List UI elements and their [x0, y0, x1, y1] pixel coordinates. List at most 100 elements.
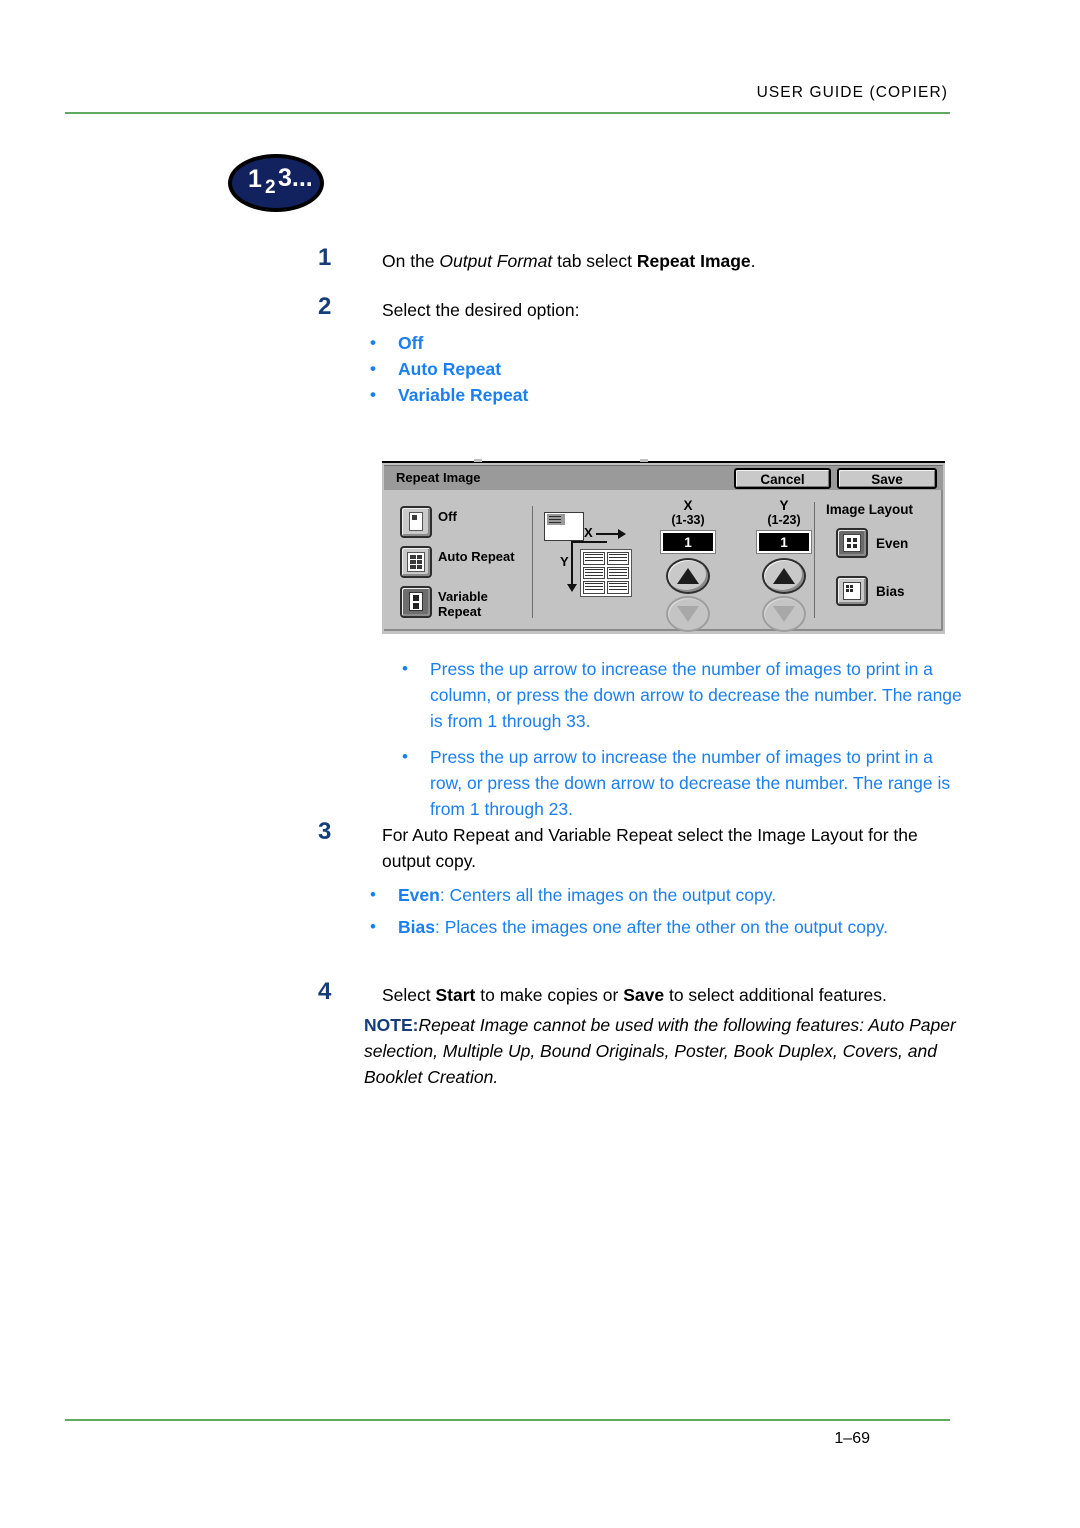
option-variable-repeat[interactable]: Variable Repeat — [400, 586, 520, 619]
arrow-up-icon — [773, 568, 795, 584]
preview-y-label: Y — [560, 554, 569, 569]
variable-repeat-label: Variable Repeat — [438, 589, 488, 619]
list-item: • Off — [350, 330, 960, 356]
option-label-variable-repeat: Variable Repeat — [398, 385, 529, 405]
variable-repeat-button[interactable] — [400, 586, 432, 618]
x-value-field[interactable]: 1 — [661, 531, 715, 553]
list-item: • Press the up arrow to increase the num… — [382, 656, 962, 734]
step-1-text-after: . — [750, 251, 756, 271]
auto-repeat-label: Auto Repeat — [438, 549, 515, 564]
arrow-down-icon — [773, 606, 795, 622]
arrow-bullet-text-row: Press the up arrow to increase the numbe… — [430, 747, 951, 819]
arrow-down-icon — [677, 606, 699, 622]
save-button[interactable]: Save — [837, 468, 937, 489]
arrow-bullet-text-column: Press the up arrow to increase the numbe… — [430, 659, 962, 731]
step-4-number: 4 — [318, 978, 332, 1005]
step-4: 4 Select Start to make copies or Save to… — [318, 978, 978, 1008]
step-4-bold-save: Save — [623, 985, 665, 1005]
auto-repeat-icon — [407, 552, 425, 572]
dialog-title: Repeat Image — [396, 470, 481, 485]
tab-nick — [640, 459, 648, 462]
tab-nick — [474, 459, 482, 462]
auto-repeat-button[interactable] — [400, 546, 432, 578]
even-icon — [843, 534, 861, 552]
y-spinner: Y (1-23) 1 — [748, 498, 820, 632]
tab-strip-edge — [382, 455, 945, 463]
bias-term: Bias — [398, 917, 435, 937]
y-spinner-label: Y — [779, 498, 789, 513]
even-button[interactable] — [836, 528, 868, 558]
step-4-text-after: to select additional features. — [664, 985, 887, 1005]
step-2-text: Select the desired option: — [382, 300, 580, 320]
note-label: NOTE: — [364, 1015, 419, 1035]
option-label-auto-repeat: Auto Repeat — [398, 359, 502, 379]
preview-x-label: X — [584, 525, 593, 540]
page-number: 1–69 — [834, 1430, 870, 1447]
list-item: • Auto Repeat — [350, 356, 960, 382]
arrow-bullet-list: • Press the up arrow to increase the num… — [382, 656, 962, 822]
y-axis-arrow — [567, 541, 577, 592]
step-1-text-middle: tab select — [552, 251, 637, 271]
y-down-arrow-button[interactable] — [762, 596, 806, 632]
note-block: NOTE:Repeat Image cannot be used with th… — [364, 1012, 964, 1090]
variable-repeat-icon — [409, 592, 423, 611]
cancel-button[interactable]: Cancel — [734, 468, 831, 489]
badge-digit-3: 3... — [278, 164, 313, 192]
option-off[interactable]: Off — [400, 506, 520, 538]
bias-button[interactable] — [836, 576, 868, 606]
x-axis-line — [571, 541, 607, 543]
procedure-badge: 1 2 3... — [228, 154, 324, 212]
step-3-number: 3 — [318, 818, 332, 845]
off-button[interactable] — [400, 506, 432, 538]
even-label: Even — [876, 536, 909, 551]
even-term: Even — [398, 885, 440, 905]
bullet-icon: • — [370, 917, 376, 936]
image-layout-divider — [814, 502, 815, 618]
step-2-number: 2 — [318, 293, 332, 320]
list-item: • Even: Centers all the images on the ou… — [350, 882, 950, 908]
header-title: USER GUIDE (COPIER) — [756, 84, 948, 101]
step-1-italic: Output Format — [439, 251, 553, 271]
step-2: 2 Select the desired option: — [318, 293, 958, 323]
repeat-image-dialog-screenshot: Repeat Image Cancel Save Off Auto Repeat… — [382, 455, 945, 634]
column-divider — [532, 506, 533, 618]
header-divider — [65, 112, 950, 114]
list-item: • Variable Repeat — [350, 382, 960, 408]
dialog-body: Off Auto Repeat Variable Repeat X Y X (1… — [384, 490, 943, 632]
off-label: Off — [438, 509, 457, 524]
x-spinner-label: X — [683, 498, 693, 513]
bullet-icon: • — [370, 333, 376, 352]
even-description: : Centers all the images on the output c… — [439, 885, 777, 905]
x-spinner: X (1-33) 1 — [652, 498, 724, 632]
step-1-bold: Repeat Image — [636, 251, 751, 271]
bullet-icon: • — [402, 747, 408, 766]
x-spinner-range: (1-33) — [671, 513, 705, 527]
option-auto-repeat[interactable]: Auto Repeat — [400, 546, 520, 578]
option-bullet-list: • Off • Auto Repeat • Variable Repeat — [350, 330, 960, 408]
step-4-bold-start: Start — [435, 985, 476, 1005]
layout-bullet-list: • Even: Centers all the images on the ou… — [350, 882, 950, 940]
step-4-text: Select Start to make copies or Save to s… — [382, 982, 978, 1008]
y-value-field[interactable]: 1 — [757, 531, 811, 553]
step-4-text-middle: to make copies or — [475, 985, 624, 1005]
x-down-arrow-button[interactable] — [666, 596, 710, 632]
footer-divider — [65, 1419, 950, 1421]
y-up-arrow-button[interactable] — [762, 558, 806, 594]
list-item: • Press the up arrow to increase the num… — [382, 744, 962, 822]
dialog-titlebar: Repeat Image Cancel Save — [384, 465, 943, 491]
source-document-icon — [544, 512, 584, 541]
step-1: 1 On the Output Format tab select Repeat… — [318, 244, 958, 274]
step-1-text-before: On the — [382, 251, 440, 271]
repeat-preview-diagram: X Y — [544, 512, 652, 612]
page-header: USER GUIDE (COPIER) — [65, 84, 950, 102]
list-item: • Bias: Places the images one after the … — [350, 914, 950, 940]
badge-digit-1: 1 — [248, 165, 262, 193]
step-1-number: 1 — [318, 244, 332, 271]
bullet-icon: • — [370, 359, 376, 378]
note-text: Repeat Image cannot be used with the fol… — [364, 1015, 956, 1087]
x-axis-arrow — [596, 529, 626, 539]
step-4-text-before: Select — [382, 985, 436, 1005]
step-1-text: On the Output Format tab select Repeat I… — [382, 248, 958, 274]
x-up-arrow-button[interactable] — [666, 558, 710, 594]
repeated-images-grid — [580, 549, 632, 597]
